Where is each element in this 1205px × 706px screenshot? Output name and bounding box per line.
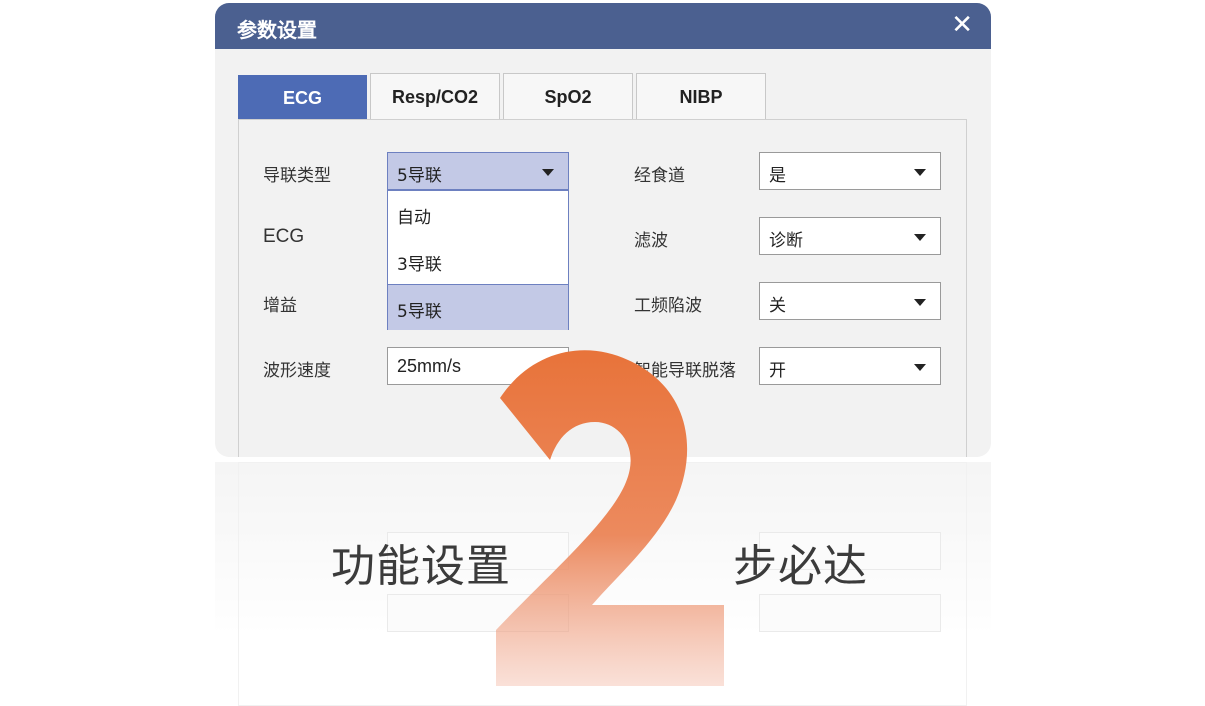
lead-type-value: 5导联 xyxy=(397,166,442,186)
lead-option-auto[interactable]: 自动 xyxy=(388,191,568,236)
esophageal-label: 经食道 xyxy=(634,166,685,186)
filter-label: 滤波 xyxy=(634,231,668,251)
chevron-down-icon xyxy=(914,234,926,241)
lead-type-dropdown: 自动 3导联 5导联 xyxy=(387,190,569,330)
notch-filter-label: 工频陷波 xyxy=(634,296,702,316)
ecg-label: ECG xyxy=(263,226,305,247)
sweep-speed-value: 25mm/s xyxy=(397,356,462,376)
esophageal-select[interactable]: 是 xyxy=(759,152,941,190)
close-icon[interactable]: ✕ xyxy=(951,10,973,40)
numeral-two-shape xyxy=(496,350,724,686)
esophageal-value: 是 xyxy=(769,166,786,186)
tab-ecg[interactable]: ECG xyxy=(238,75,367,119)
gain-label: 增益 xyxy=(263,296,297,316)
tab-resp-co2[interactable]: Resp/CO2 xyxy=(370,73,500,119)
option-label: 自动 xyxy=(397,208,431,228)
dialog-titlebar: 参数设置 ✕ xyxy=(215,3,991,49)
smart-lead-off-value: 开 xyxy=(769,361,786,381)
chevron-down-icon xyxy=(914,299,926,306)
tab-spo2[interactable]: SpO2 xyxy=(503,73,633,119)
notch-filter-value: 关 xyxy=(769,296,786,316)
lead-option-5[interactable]: 5导联 xyxy=(388,284,568,330)
tagline-right: 步必达 xyxy=(733,541,868,592)
big-number-2-graphic xyxy=(496,350,724,686)
lead-option-3[interactable]: 3导联 xyxy=(388,238,568,283)
filter-value: 诊断 xyxy=(769,231,803,251)
tagline-left: 功能设置 xyxy=(331,541,511,592)
chevron-down-icon xyxy=(542,169,554,176)
dialog-title: 参数设置 xyxy=(237,18,317,42)
option-label: 5导联 xyxy=(397,302,442,322)
sweep-speed-label: 波形速度 xyxy=(263,361,331,381)
tab-nibp[interactable]: NIBP xyxy=(636,73,766,119)
chevron-down-icon xyxy=(914,364,926,371)
filter-select[interactable]: 诊断 xyxy=(759,217,941,255)
smart-lead-off-select[interactable]: 开 xyxy=(759,347,941,385)
lead-type-label: 导联类型 xyxy=(263,166,331,186)
notch-filter-select[interactable]: 关 xyxy=(759,282,941,320)
chevron-down-icon xyxy=(914,169,926,176)
option-label: 3导联 xyxy=(397,255,442,275)
lead-type-select[interactable]: 5导联 xyxy=(387,152,569,190)
